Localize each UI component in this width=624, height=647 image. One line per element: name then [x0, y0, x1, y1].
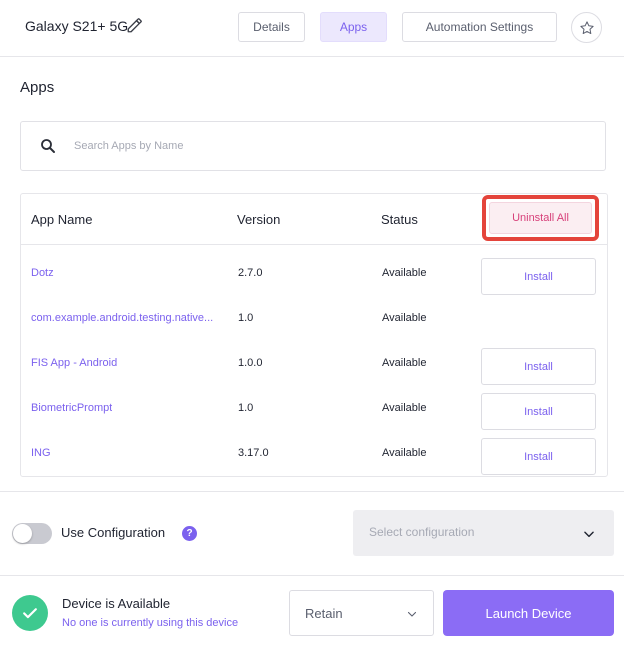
toggle-knob	[13, 524, 32, 543]
app-status: Available	[382, 312, 427, 324]
section-divider	[0, 575, 624, 576]
app-status: Available	[382, 267, 427, 279]
help-icon[interactable]: ?	[182, 526, 197, 541]
install-button[interactable]: Install	[481, 348, 596, 385]
app-version: 1.0	[238, 312, 254, 324]
tab-details[interactable]: Details	[238, 12, 305, 42]
uninstall-all-button[interactable]: Uninstall All	[489, 202, 592, 234]
search-icon	[41, 139, 55, 153]
device-header: Galaxy S21+ 5G Details Apps Automation S…	[0, 0, 624, 57]
column-header-version: Version	[237, 212, 281, 227]
app-version: 1.0	[238, 402, 254, 414]
app-version: 3.17.0	[238, 447, 269, 459]
app-name-link[interactable]: ING	[31, 447, 51, 459]
app-name-link[interactable]: FIS App - Android	[31, 357, 117, 369]
app-version: 1.0.0	[238, 357, 263, 369]
chevron-down-icon	[584, 531, 594, 538]
favorite-button[interactable]	[571, 12, 602, 43]
check-icon	[23, 608, 37, 619]
column-header-app-name: App Name	[31, 212, 93, 227]
app-name-link[interactable]: com.example.android.testing.native...	[31, 312, 213, 324]
table-header: App Name Version Status Uninstall All	[21, 194, 607, 245]
section-divider	[0, 491, 624, 492]
retain-select[interactable]: Retain	[289, 590, 434, 636]
app-status: Available	[382, 357, 427, 369]
configuration-select[interactable]: Select configuration	[353, 510, 614, 556]
app-status: Available	[382, 402, 427, 414]
install-button[interactable]: Install	[481, 393, 596, 430]
install-button[interactable]: Install	[481, 258, 596, 295]
install-button[interactable]: Install	[481, 438, 596, 475]
use-configuration-toggle[interactable]	[12, 523, 52, 544]
table-row: BiometricPrompt 1.0 Available Install	[21, 388, 607, 433]
use-configuration-label: Use Configuration	[61, 525, 166, 540]
app-status: Available	[382, 447, 427, 459]
column-header-status: Status	[381, 212, 418, 227]
table-row: FIS App - Android 1.0.0 Available Instal…	[21, 343, 607, 388]
device-name: Galaxy S21+ 5G	[25, 18, 129, 34]
table-row: com.example.android.testing.native... 1.…	[21, 298, 607, 343]
search-box	[20, 121, 606, 171]
launch-device-button[interactable]: Launch Device	[443, 590, 614, 636]
app-name-link[interactable]: Dotz	[31, 267, 54, 279]
configuration-select-placeholder: Select configuration	[369, 525, 475, 539]
search-input[interactable]	[74, 132, 574, 160]
table-row: Dotz 2.7.0 Available Install	[21, 253, 607, 298]
tab-apps[interactable]: Apps	[320, 12, 387, 42]
app-version: 2.7.0	[238, 267, 263, 279]
star-icon	[579, 20, 594, 34]
uninstall-all-highlight: Uninstall All	[482, 195, 599, 241]
app-name-link[interactable]: BiometricPrompt	[31, 402, 112, 414]
tab-automation-settings[interactable]: Automation Settings	[402, 12, 557, 42]
apps-section-title: Apps	[20, 79, 55, 96]
device-status-subtitle: No one is currently using this device	[62, 617, 239, 629]
table-row: ING 3.17.0 Available Install	[21, 433, 607, 478]
pencil-icon[interactable]	[126, 16, 144, 34]
retain-select-value: Retain	[305, 606, 343, 621]
device-available-indicator	[12, 595, 48, 631]
apps-table: App Name Version Status Uninstall All Do…	[20, 193, 608, 477]
device-status-title: Device is Available	[62, 596, 171, 611]
chevron-down-icon	[407, 611, 417, 617]
